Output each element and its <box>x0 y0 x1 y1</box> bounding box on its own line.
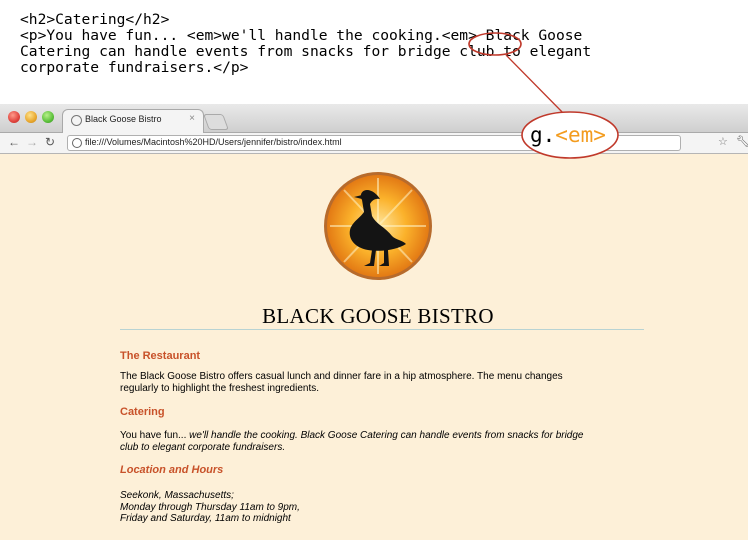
tab-close-icon[interactable]: × <box>189 113 195 124</box>
address-url: file:///Volumes/Macintosh%20HD/Users/jen… <box>85 137 342 147</box>
new-tab-button[interactable] <box>203 114 229 130</box>
browser-tab[interactable]: Black Goose Bistro × <box>62 109 204 133</box>
reload-icon[interactable]: ↻ <box>45 135 55 149</box>
code-line: <h2>Catering</h2> <box>20 11 170 28</box>
page-viewport: BLACK GOOSE BISTRO The Restaurant The Bl… <box>0 154 748 540</box>
site-title: BLACK GOOSE BISTRO <box>262 304 494 328</box>
window-controls <box>8 111 54 123</box>
browser-window: Black Goose Bistro × ← → ↻ file:///Volum… <box>0 104 748 540</box>
code-line: <p>You have fun... <em>we'll handle the … <box>20 27 583 44</box>
location-line-1: Seekonk, Massachusetts; <box>120 490 234 501</box>
tab-title: Black Goose Bistro <box>85 114 162 124</box>
browser-toolbar: ← → ↻ file:///Volumes/Macintosh%20HD/Use… <box>0 133 748 154</box>
heading-catering: Catering <box>120 406 165 418</box>
code-line: Catering can handle events from snacks f… <box>20 43 592 60</box>
page-favicon-icon <box>71 115 82 126</box>
back-arrow-icon[interactable]: ← <box>8 135 20 149</box>
goose-logo <box>324 172 432 280</box>
restaurant-paragraph: The Black Goose Bistro offers casual lun… <box>120 371 640 394</box>
forward-arrow-icon[interactable]: → <box>26 135 38 149</box>
catering-plain-text: You have fun... <box>120 430 190 441</box>
restaurant-line-2: regularly to highlight the freshest ingr… <box>120 382 320 394</box>
heading-restaurant: The Restaurant <box>120 350 201 362</box>
title-bar: Black Goose Bistro × <box>0 104 748 133</box>
page-info-icon[interactable] <box>72 138 82 148</box>
code-snippet: <h2>Catering</h2> <p>You have fun... <em… <box>20 12 720 76</box>
close-window-button[interactable] <box>8 111 20 123</box>
wrench-menu-icon[interactable]: 🔧︎ <box>736 135 748 148</box>
zoomed-tag-text: g.<em> <box>530 123 606 147</box>
catering-em-text-1: we'll handle the cooking. Black Goose Ca… <box>189 430 584 441</box>
code-line: corporate fundraisers.</p> <box>20 59 249 76</box>
bookmark-star-icon[interactable]: ☆ <box>718 135 728 148</box>
location-paragraph: Seekonk, Massachusetts; Monday through T… <box>120 490 640 525</box>
location-line-2: Monday through Thursday 11am to 9pm, <box>120 501 300 513</box>
location-line-3: Friday and Saturday, 11am to midnight <box>120 513 291 524</box>
minimize-window-button[interactable] <box>25 111 37 123</box>
zoomed-em-tag: <em> <box>555 123 606 147</box>
catering-em-text-2: club to elegant corporate fundraisers. <box>120 441 286 453</box>
title-divider <box>120 329 644 330</box>
catering-paragraph: You have fun... we'll handle the cooking… <box>120 430 640 453</box>
zoomed-plain: g. <box>530 123 556 147</box>
heading-location: Location and Hours <box>120 464 224 476</box>
restaurant-line-1: The Black Goose Bistro offers casual lun… <box>120 371 563 382</box>
zoom-window-button[interactable] <box>42 111 54 123</box>
